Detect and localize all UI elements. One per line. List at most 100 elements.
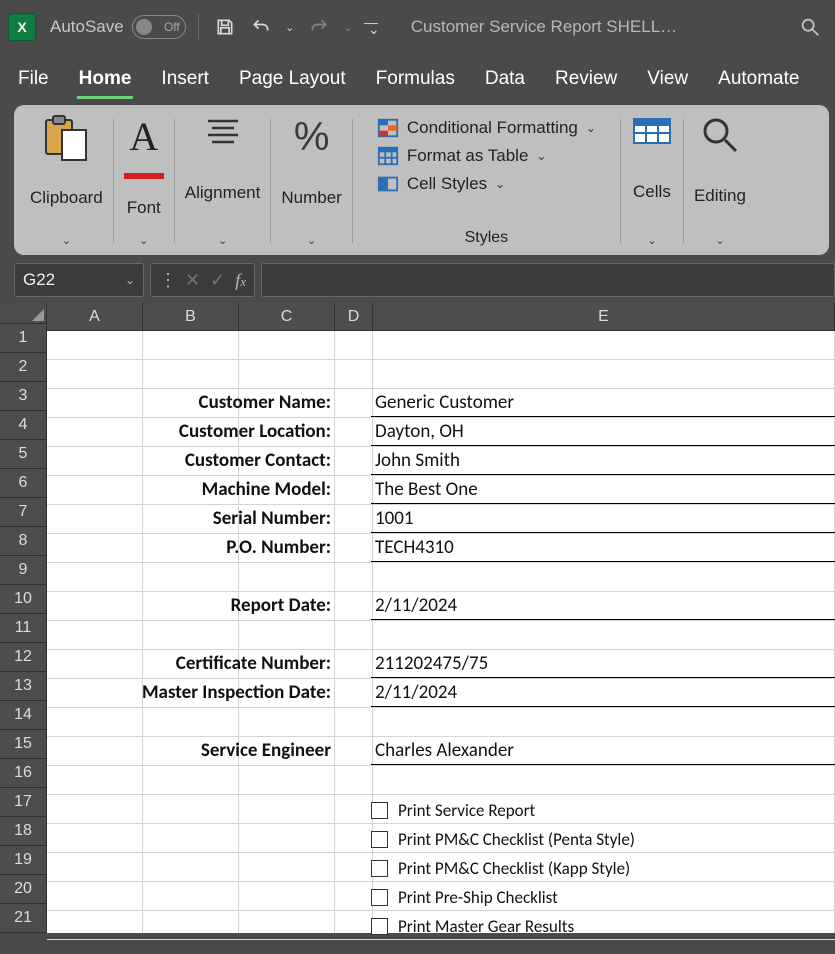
row-header-11[interactable]: 11 (0, 614, 47, 643)
row-header-14[interactable]: 14 (0, 701, 47, 730)
label-customer-location: Customer Location: (47, 420, 337, 443)
value-po-number[interactable]: TECH4310 (371, 536, 835, 562)
row-header-4[interactable]: 4 (0, 411, 47, 440)
row-header-13[interactable]: 13 (0, 672, 47, 701)
row-header-6[interactable]: 6 (0, 469, 47, 498)
formula-buttons: ⋮ ✕ ✓ fx (150, 263, 255, 297)
chevron-down-icon[interactable]: ⌄ (62, 234, 71, 247)
conditional-formatting-button[interactable]: Conditional Formatting ⌄ (377, 117, 596, 139)
label-master-inspection-date: Master Inspection Date: (47, 681, 337, 704)
formula-input[interactable] (261, 263, 835, 297)
column-header-E[interactable]: E (373, 303, 835, 331)
cell-styles-icon (377, 173, 399, 195)
chevron-down-icon[interactable]: ⌄ (647, 234, 656, 247)
qat-customize-button[interactable]: ⌄ (363, 13, 391, 41)
checkbox-4[interactable] (371, 889, 388, 906)
undo-dropdown[interactable]: ⌄ (283, 13, 297, 41)
tab-formulas[interactable]: Formulas (374, 62, 457, 99)
tab-data[interactable]: Data (483, 62, 527, 99)
redo-button[interactable] (305, 13, 333, 41)
tab-review[interactable]: Review (553, 62, 619, 99)
value-machine-model[interactable]: The Best One (371, 478, 835, 504)
magnifier-icon (700, 115, 740, 155)
label-service-engineer: Service Engineer (47, 739, 337, 762)
chevron-down-icon[interactable]: ⌄ (218, 234, 227, 247)
row-header-15[interactable]: 15 (0, 730, 47, 759)
tab-home[interactable]: Home (77, 62, 134, 99)
row-header-12[interactable]: 12 (0, 643, 47, 672)
column-header-A[interactable]: A (47, 303, 143, 331)
search-button[interactable] (793, 10, 827, 44)
row-header-2[interactable]: 2 (0, 353, 47, 382)
ribbon-tabs: File Home Insert Page Layout Formulas Data Rev… (0, 54, 835, 99)
checkbox-5[interactable] (371, 918, 388, 935)
row-header-3[interactable]: 3 (0, 382, 47, 411)
autosave-toggle[interactable]: Off (132, 15, 186, 39)
autosave-state: Off (164, 20, 180, 34)
format-as-table-button[interactable]: Format as Table ⌄ (377, 145, 596, 167)
ribbon-group-cells[interactable]: Cells ⌄ (621, 115, 683, 247)
column-header-B[interactable]: B (143, 303, 239, 331)
drag-handle-icon[interactable]: ⋮ (159, 270, 175, 291)
value-certificate-number[interactable]: 211202475/75 (371, 652, 835, 678)
value-report-date[interactable]: 2/11/2024 (371, 594, 835, 620)
column-header-D[interactable]: D (335, 303, 373, 331)
value-customer-contact[interactable]: John Smith (371, 449, 835, 475)
row-header-1[interactable]: 1 (0, 324, 47, 353)
value-service-engineer[interactable]: Charles Alexander (371, 739, 835, 765)
checkbox-row-1: Print Service Report (371, 800, 535, 821)
row-header-5[interactable]: 5 (0, 440, 47, 469)
label-machine-model: Machine Model: (47, 478, 337, 501)
fx-icon[interactable]: fx (235, 270, 246, 291)
value-serial-number[interactable]: 1001 (371, 507, 835, 533)
value-customer-name[interactable]: Generic Customer (371, 391, 835, 417)
column-header-C[interactable]: C (239, 303, 335, 331)
chevron-down-icon[interactable]: ⌄ (125, 273, 135, 287)
checkbox-2[interactable] (371, 831, 388, 848)
checkbox-row-4: Print Pre-Ship Checklist (371, 887, 558, 908)
row-header-20[interactable]: 20 (0, 875, 47, 904)
cancel-formula-button[interactable]: ✕ (185, 270, 200, 291)
checkbox-label-5: Print Master Gear Results (398, 916, 574, 937)
row-header-19[interactable]: 19 (0, 846, 47, 875)
ribbon-group-editing[interactable]: Editing ⌄ (684, 115, 756, 247)
clipboard-label: Clipboard (30, 188, 103, 208)
value-master-inspection-date[interactable]: 2/11/2024 (371, 681, 835, 707)
name-box[interactable]: G22 ⌄ (14, 263, 144, 297)
row-header-18[interactable]: 18 (0, 817, 47, 846)
checkbox-1[interactable] (371, 802, 388, 819)
row-header-8[interactable]: 8 (0, 527, 47, 556)
ribbon-group-alignment[interactable]: Alignment ⌄ (175, 115, 271, 247)
name-box-value: G22 (23, 270, 55, 290)
row-header-9[interactable]: 9 (0, 556, 47, 585)
tab-insert[interactable]: Insert (159, 62, 211, 99)
row-header-16[interactable]: 16 (0, 759, 47, 788)
chevron-down-icon[interactable]: ⌄ (307, 234, 316, 247)
chevron-down-icon[interactable]: ⌄ (139, 234, 148, 247)
clipboard-icon (43, 115, 89, 159)
font-color-underline (124, 173, 164, 179)
chevron-down-icon[interactable]: ⌄ (715, 234, 724, 247)
ribbon-group-number[interactable]: % Number ⌄ (271, 115, 351, 247)
checkbox-3[interactable] (371, 860, 388, 877)
ribbon-group-font[interactable]: A Font ⌄ (114, 115, 174, 247)
tab-page-layout[interactable]: Page Layout (237, 62, 348, 99)
cell-styles-button[interactable]: Cell Styles ⌄ (377, 173, 596, 195)
tab-automate[interactable]: Automate (716, 62, 801, 99)
select-all-corner[interactable] (0, 303, 47, 324)
save-button[interactable] (211, 13, 239, 41)
cell-grid[interactable]: Customer Name:Generic CustomerCustomer L… (47, 331, 835, 933)
tab-file[interactable]: File (16, 62, 51, 99)
chevron-down-icon: ⌄ (586, 121, 596, 135)
ribbon-group-clipboard[interactable]: Clipboard ⌄ (20, 115, 113, 247)
redo-dropdown[interactable]: ⌄ (341, 13, 355, 41)
undo-button[interactable] (247, 13, 275, 41)
value-customer-location[interactable]: Dayton, OH (371, 420, 835, 446)
accept-formula-button[interactable]: ✓ (210, 270, 225, 291)
row-header-10[interactable]: 10 (0, 585, 47, 614)
row-header-7[interactable]: 7 (0, 498, 47, 527)
tab-view[interactable]: View (645, 62, 690, 99)
checkbox-row-5: Print Master Gear Results (371, 916, 574, 937)
row-header-17[interactable]: 17 (0, 788, 47, 817)
row-header-21[interactable]: 21 (0, 904, 47, 933)
